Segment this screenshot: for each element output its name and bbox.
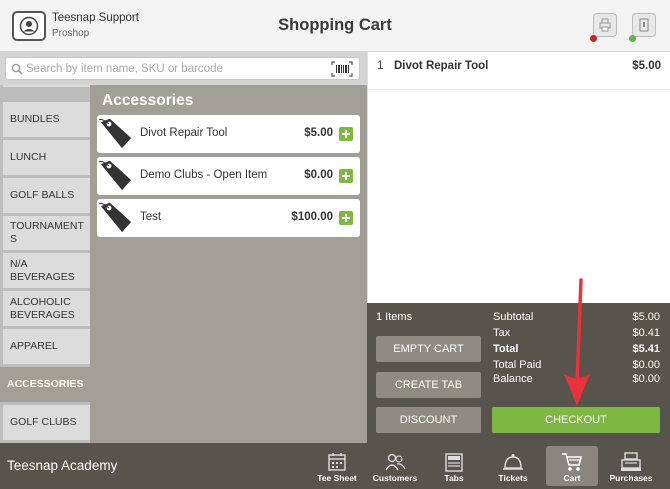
product-name: Demo Clubs - Open Item — [140, 169, 268, 181]
printer-status-dot — [590, 35, 597, 42]
nav-purchases[interactable]: Purchases — [605, 446, 657, 486]
price-tag-icon — [98, 159, 133, 192]
product-price: $5.00 — [304, 127, 333, 139]
register-icon — [621, 452, 641, 471]
cart-item-price: $5.00 — [632, 60, 661, 72]
nav-customers[interactable]: Customers — [369, 446, 421, 486]
product-item[interactable]: Divot Repair Tool $5.00 — [97, 115, 360, 153]
category-item-partial[interactable] — [3, 85, 90, 87]
tax-value: $0.41 — [632, 327, 660, 339]
category-item-bundles[interactable]: BUNDLES — [3, 102, 90, 137]
product-item[interactable]: Demo Clubs - Open Item $0.00 — [97, 157, 360, 195]
drawer-status-dot — [629, 35, 636, 42]
subtotal-label: Subtotal — [493, 311, 534, 323]
nav-label: Tickets — [498, 473, 528, 483]
search-icon — [11, 63, 23, 75]
search-box[interactable] — [5, 57, 360, 80]
category-title: Accessories — [102, 92, 194, 109]
add-to-cart-button[interactable] — [339, 211, 353, 225]
bell-icon — [503, 454, 523, 470]
user-avatar[interactable] — [12, 11, 46, 41]
header: Teesnap Support Proshop Shopping Cart — [0, 0, 670, 52]
category-item-accessories[interactable]: ACCESSORIES — [0, 367, 90, 402]
calendar-icon — [328, 453, 346, 471]
price-tag-icon — [98, 117, 133, 150]
printer-icon — [599, 18, 611, 32]
category-item-golf-balls[interactable]: GOLF BALLS — [3, 178, 90, 213]
category-item-golf-clubs[interactable]: GOLF CLUBS — [3, 405, 90, 440]
add-to-cart-button[interactable] — [339, 169, 353, 183]
cart-line-item[interactable]: 1 Divot Repair Tool $5.00 — [368, 52, 670, 90]
cash-drawer-button[interactable] — [632, 13, 656, 37]
nav-label: Tabs — [444, 473, 464, 483]
items-count: 1 Items — [376, 311, 413, 323]
customers-icon — [385, 453, 406, 471]
total-paid-value: $0.00 — [632, 359, 660, 371]
category-item-alcoholic-beverages[interactable]: ALCOHOLIC BEVERAGES — [3, 291, 90, 326]
cart-icon — [562, 453, 583, 471]
tabs-icon — [445, 453, 463, 472]
user-icon — [19, 16, 39, 36]
plus-icon — [342, 130, 350, 138]
cart-item-name: Divot Repair Tool — [394, 60, 489, 72]
product-name: Divot Repair Tool — [140, 127, 228, 139]
cart-item-quantity: 1 — [377, 60, 384, 72]
cart-panel: 1 Divot Repair Tool $5.00 — [367, 52, 670, 303]
nav-tickets[interactable]: Tickets — [487, 446, 539, 486]
total-paid-label: Total Paid — [493, 359, 542, 371]
create-tab-button[interactable]: CREATE TAB — [376, 372, 481, 398]
product-name: Test — [140, 211, 162, 223]
add-to-cart-button[interactable] — [339, 127, 353, 141]
checkout-button[interactable]: CHECKOUT — [492, 407, 660, 433]
category-sidebar: BUNDLES LUNCH GOLF BALLS TOURNAMENTS N/A… — [0, 85, 90, 443]
nav-tabs[interactable]: Tabs — [428, 446, 480, 486]
nav-tee-sheet[interactable]: Tee Sheet — [311, 446, 363, 486]
search-input[interactable] — [26, 60, 326, 78]
user-name[interactable]: Teesnap Support — [52, 12, 139, 24]
tax-label: Tax — [493, 327, 511, 339]
plus-icon — [342, 172, 350, 180]
category-item-lunch[interactable]: LUNCH — [3, 140, 90, 175]
nav-label: Tee Sheet — [317, 473, 357, 483]
discount-button[interactable]: DISCOUNT — [376, 407, 481, 433]
search-bar — [0, 52, 367, 85]
category-item-na-beverages[interactable]: N/A BEVERAGES — [3, 253, 90, 288]
cash-drawer-icon — [639, 18, 649, 32]
category-item-tournaments[interactable]: TOURNAMENTS — [3, 216, 90, 250]
nav-label: Purchases — [609, 473, 653, 483]
product-price: $0.00 — [304, 169, 333, 181]
plus-icon — [342, 214, 350, 222]
subtotal-value: $5.00 — [632, 311, 660, 323]
product-price: $100.00 — [291, 211, 333, 223]
product-area: Accessories Divot Repair Tool $5.00 Demo… — [90, 85, 367, 443]
total-label: Total — [493, 343, 519, 355]
nav-label: Cart — [563, 473, 581, 483]
product-item[interactable]: Test $100.00 — [97, 199, 360, 237]
total-value: $5.41 — [632, 343, 660, 355]
nav-cart[interactable]: Cart — [546, 446, 598, 486]
order-summary: 1 Items EMPTY CART CREATE TAB DISCOUNT S… — [367, 303, 670, 443]
barcode-icon[interactable] — [331, 61, 353, 77]
category-item-apparel[interactable]: APPAREL — [3, 329, 90, 364]
empty-cart-button[interactable]: EMPTY CART — [376, 336, 481, 362]
nav-label: Customers — [372, 473, 418, 483]
bottom-nav-bar: Teesnap Academy Tee Sheet Customers Tabs — [0, 443, 670, 489]
balance-label: Balance — [493, 373, 533, 385]
price-tag-icon — [98, 201, 133, 234]
academy-link[interactable]: Teesnap Academy — [7, 458, 117, 473]
printer-button[interactable] — [593, 13, 617, 37]
balance-value: $0.00 — [632, 373, 660, 385]
user-location: Proshop — [52, 28, 90, 39]
